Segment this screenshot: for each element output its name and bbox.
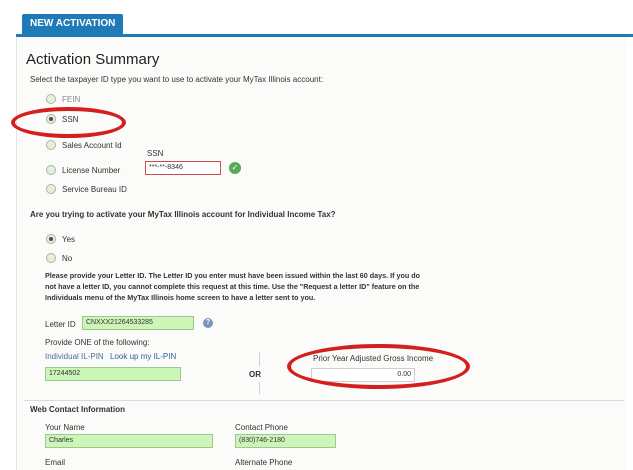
radio-no[interactable] — [46, 253, 56, 263]
provide-one-label: Provide ONE of the following: — [45, 338, 150, 347]
radio-service-bureau-id[interactable] — [46, 184, 56, 194]
section-divider — [24, 400, 624, 401]
radio-yes[interactable] — [46, 234, 56, 244]
check-circle-icon: ✓ — [229, 162, 241, 174]
or-divider-bottom — [259, 382, 260, 394]
tab-new-activation[interactable]: NEW ACTIVATION — [22, 14, 124, 34]
ssn-input[interactable]: ***-**-8346 — [145, 161, 221, 175]
letter-notice-line-1: Please provide your Letter ID. The Lette… — [45, 271, 421, 280]
radio-no-label: No — [62, 254, 73, 263]
or-label: OR — [249, 370, 261, 379]
radio-sales-account-id-label: Sales Account Id — [62, 141, 122, 150]
il-pin-label: Individual IL-PIN — [45, 352, 104, 361]
letter-notice-line-2: not have a letter ID, you cannot complet… — [45, 282, 420, 291]
your-name-input[interactable]: Charles — [45, 434, 213, 448]
your-name-label: Your Name — [45, 423, 85, 432]
email-label: Email — [45, 458, 66, 467]
radio-license-number[interactable] — [46, 165, 56, 175]
radio-fein-label: FEIN — [62, 95, 81, 104]
income-tax-question: Are you trying to activate your MyTax Il… — [30, 210, 336, 219]
lookup-il-pin-link[interactable]: Look up my IL-PIN — [110, 352, 176, 361]
letter-notice-line-3: Individuals menu of the MyTax Illinois h… — [45, 293, 316, 302]
id-type-instruction: Select the taxpayer ID type you want to … — [30, 75, 324, 84]
highlight-oval-agi — [287, 344, 470, 389]
radio-yes-label: Yes — [62, 235, 76, 244]
highlight-oval-ssn — [11, 107, 126, 138]
radio-sales-account-id[interactable] — [46, 140, 56, 150]
contact-section-title: Web Contact Information — [30, 405, 125, 414]
question-circle-icon[interactable]: ? — [203, 318, 213, 328]
letter-id-label: Letter ID — [45, 320, 76, 329]
radio-license-number-label: License Number — [62, 166, 121, 175]
ssn-field-label: SSN — [147, 149, 164, 158]
il-pin-input[interactable]: 17244502 — [45, 367, 181, 381]
or-divider-top — [259, 352, 260, 366]
page-title: Activation Summary — [26, 51, 160, 68]
radio-service-bureau-id-label: Service Bureau ID — [62, 185, 127, 194]
alternate-phone-label: Alternate Phone — [235, 458, 293, 467]
radio-fein[interactable] — [46, 94, 56, 104]
contact-phone-label: Contact Phone — [235, 423, 288, 432]
letter-id-input[interactable]: CNXXX21264533285 — [82, 316, 194, 330]
contact-phone-input[interactable]: (830)746-2180 — [235, 434, 336, 448]
